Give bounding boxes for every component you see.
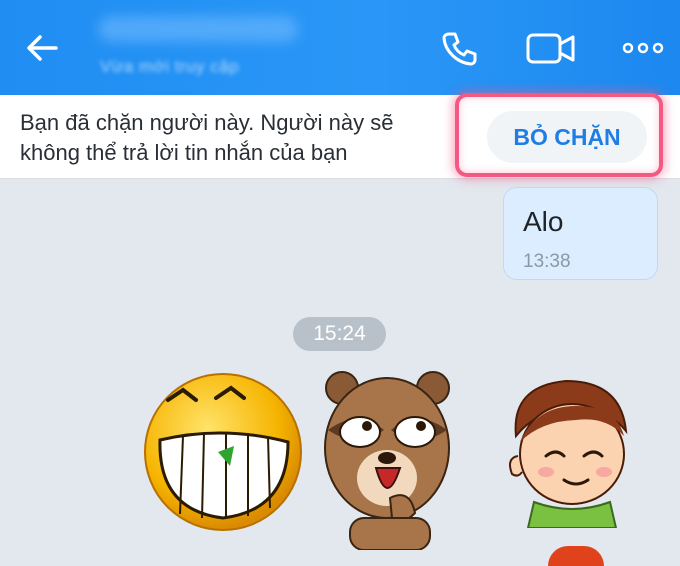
message-bubble-outgoing[interactable]: Alo 13:38 [503,187,658,280]
highlight-annotation [455,93,663,177]
video-camera-icon[interactable] [524,26,578,70]
blocked-message-line2: không thể trả lời tin nhắn của bạn [20,140,348,165]
sticker-partial-bottom [548,546,604,566]
time-divider: 15:24 [293,317,386,351]
contact-name-blurred[interactable] [98,16,298,42]
raccoon-sticker[interactable] [320,368,455,550]
last-seen-status: Vừa mới truy cập [100,57,240,76]
message-time: 13:38 [523,251,571,272]
phone-icon[interactable] [437,26,481,70]
message-text: Alo [523,206,564,237]
boy-smiling-sticker[interactable] [506,376,634,528]
blocked-message-line1: Bạn đã chặn người này. Người này sẽ [20,110,394,135]
more-dots-icon[interactable] [620,26,666,70]
blocked-message: Bạn đã chặn người này. Người này sẽ khôn… [20,108,450,168]
chat-header: Vừa mới truy cập [0,0,680,95]
arrow-left-icon[interactable] [20,26,64,70]
laughing-smiley-sticker[interactable] [138,370,308,535]
